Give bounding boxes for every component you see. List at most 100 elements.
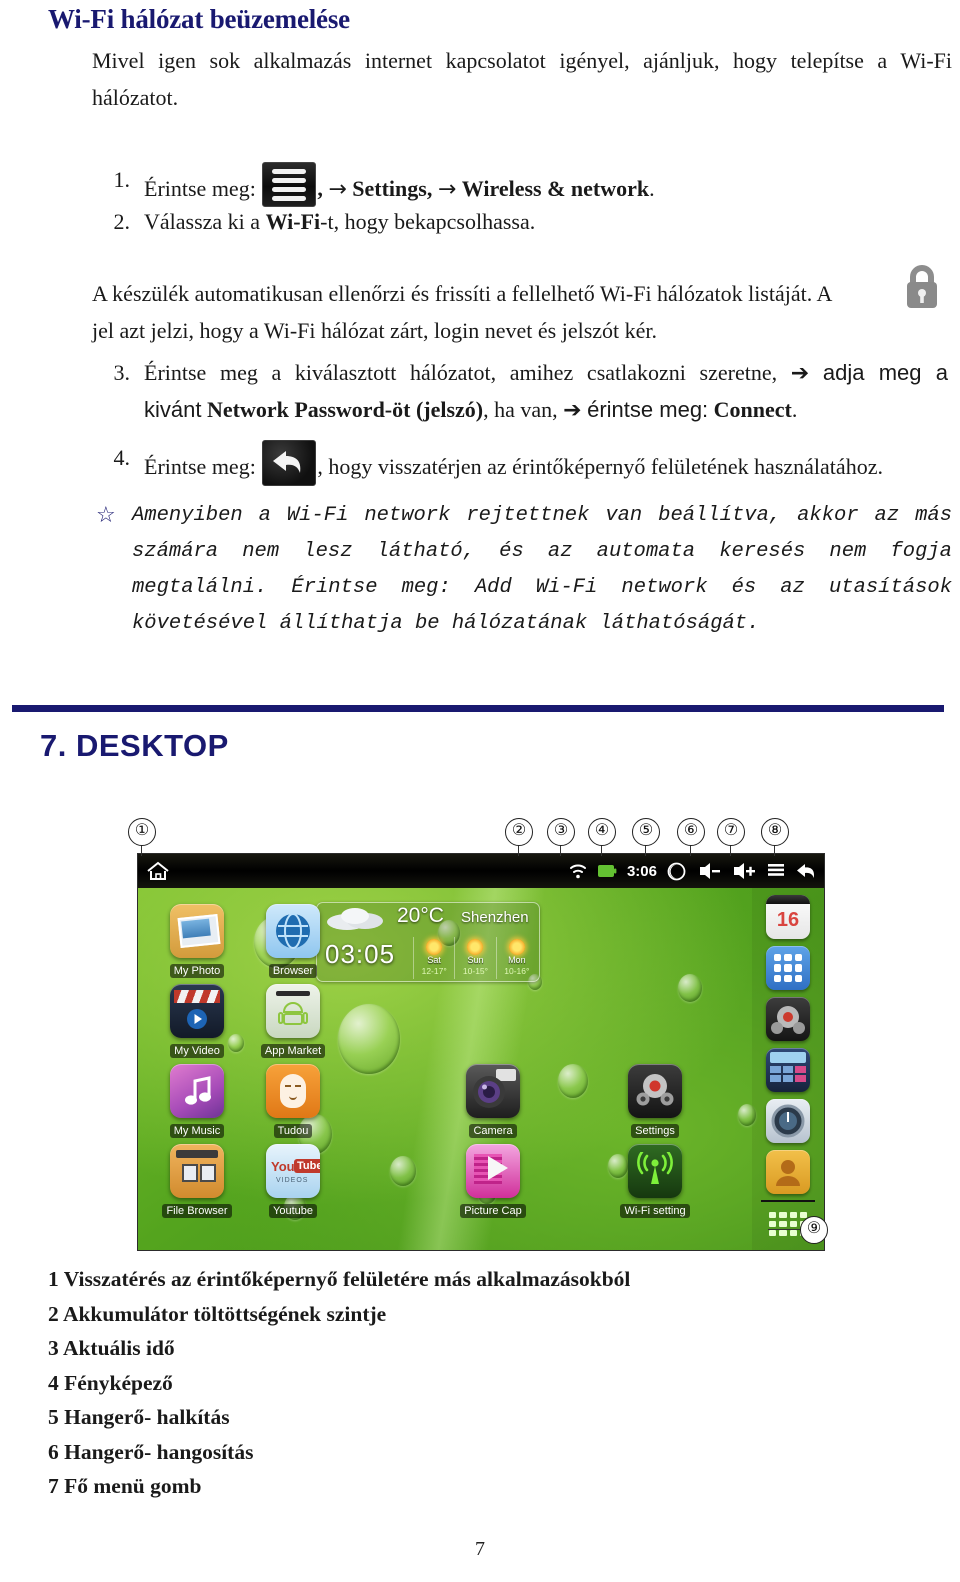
- volume-down-icon[interactable]: [696, 862, 720, 880]
- section-divider: [12, 705, 944, 712]
- note-text: Amenyiben a Wi-Fi network rejtettnek van…: [132, 504, 952, 635]
- app-picture-cap[interactable]: Picture Cap: [456, 1144, 530, 1219]
- step-3-line2-a: kivánt: [144, 397, 202, 422]
- step-3-line1-b: adja meg a: [822, 360, 948, 385]
- step-3-line2-end: .: [791, 397, 798, 422]
- legend-item: 6 Hangerő- hangosítás: [48, 1439, 254, 1464]
- app-label: File Browser: [162, 1204, 232, 1218]
- callout-2: ②: [505, 818, 533, 846]
- step-1-mid: ,: [426, 176, 438, 201]
- step-1-number: 1.: [113, 167, 131, 192]
- auto-scan-paragraph: A készülék automatikusan ellenőrzi és fr…: [92, 275, 892, 349]
- app-label: Wi-Fi setting: [620, 1204, 690, 1218]
- settings-gear-icon: [628, 1064, 682, 1118]
- app-label: My Photo: [169, 964, 225, 978]
- star-bullet-icon: ☆: [96, 503, 116, 528]
- legend-list: 1 Visszatérés az érintőképernyő felületé…: [48, 1262, 630, 1504]
- auto-scan-line-2: jel azt jelzi, hogy a Wi-Fi hálózat zárt…: [92, 318, 658, 343]
- step-4-prefix: Érintse meg:: [144, 454, 256, 479]
- menu-icon: [262, 162, 317, 207]
- step-2-number: 2.: [113, 209, 131, 234]
- app-tudou[interactable]: Tudou: [256, 1064, 330, 1139]
- note-block: ☆ Amenyiben a Wi-Fi network rejtettnek v…: [96, 498, 952, 642]
- step-3-connect-label: Connect: [713, 397, 792, 422]
- callout-5: ⑤: [632, 818, 660, 846]
- step-4: 4. Érintse meg: , hogy visszatérjen az é…: [96, 440, 936, 486]
- app-youtube[interactable]: You Tube VIDEOS Youtube: [256, 1144, 330, 1219]
- volume-up-icon[interactable]: [730, 862, 756, 880]
- step-3-network-password-label: Network Password-öt (jelszó): [206, 397, 484, 422]
- youtube-icon: You Tube VIDEOS: [266, 1144, 320, 1198]
- app-label: Tudou: [273, 1124, 313, 1138]
- app-app-market[interactable]: App Market: [256, 984, 330, 1059]
- step-2-after: -t, hogy bekapcsolhassa.: [320, 209, 536, 234]
- legend-item: 5 Hangerő- halkítás: [48, 1405, 230, 1429]
- app-label: Settings: [631, 1124, 679, 1138]
- status-bar-left: [146, 860, 170, 882]
- step-3-line2-c: érintse meg:: [587, 397, 709, 422]
- arrow-glyph-4: ➔: [563, 398, 582, 423]
- legend-item: 1 Visszatérés az érintőképernyő felületé…: [48, 1267, 631, 1291]
- arrow-glyph-2: →: [437, 177, 457, 202]
- wifi-signal-icon: [569, 862, 587, 880]
- camera-icon[interactable]: [667, 862, 686, 881]
- step-1-end: .: [649, 176, 655, 201]
- my-video-icon: [170, 984, 224, 1038]
- step-3: 3. Érintse meg a kiválasztott hálózatot,…: [96, 355, 949, 429]
- my-music-icon: [170, 1064, 224, 1118]
- auto-scan-line-1: A készülék automatikusan ellenőrzi és fr…: [92, 281, 833, 306]
- app-wifi-setting[interactable]: Wi-Fi setting: [618, 1144, 692, 1219]
- app-my-video[interactable]: My Video: [160, 984, 234, 1059]
- app-market-icon: [266, 984, 320, 1038]
- step-4-body: Érintse meg: , hogy visszatérjen az érin…: [144, 440, 936, 486]
- step-3-number: 3.: [113, 360, 131, 385]
- legend-item: 4 Fényképező: [48, 1370, 173, 1395]
- callout-6: ⑥: [677, 818, 705, 846]
- step-1: 1. Érintse meg: , → Settings, → Wireless…: [96, 162, 936, 208]
- app-browser[interactable]: Browser: [256, 904, 330, 979]
- browser-icon: [266, 904, 320, 958]
- status-bar-time: 3:06: [626, 862, 657, 880]
- back-arrow-icon: [262, 440, 317, 486]
- step-1-wireless-label: Wireless & network: [461, 176, 650, 201]
- document-page: Wi-Fi hálózat beüzemelése Mivel igen sok…: [0, 0, 960, 1582]
- home-icon[interactable]: [146, 860, 170, 882]
- callout-7: ⑦: [717, 818, 745, 846]
- callout-4: ④: [588, 818, 616, 846]
- app-label: Camera: [469, 1124, 517, 1138]
- app-my-photo[interactable]: My Photo: [160, 904, 234, 979]
- arrow-glyph-3: ➔: [790, 361, 810, 386]
- back-arrow-icon[interactable]: [796, 862, 818, 881]
- app-file-browser[interactable]: File Browser: [160, 1144, 234, 1219]
- app-label: App Market: [260, 1044, 326, 1058]
- picture-cap-icon: [466, 1144, 520, 1198]
- camera-app-icon: [466, 1064, 520, 1118]
- tablet-screen: 3:06 16 20°C Shenzhen 03:05 Sat 12-17° S…: [138, 854, 824, 1250]
- step-4-suffix: , hogy visszatérjen az érintőképernyő fe…: [317, 454, 883, 479]
- legend-item: 7 Fő menü gomb: [48, 1474, 202, 1498]
- step-2: 2. Válassza ki a Wi-Fi-t, hogy bekapcsol…: [96, 204, 936, 240]
- callout-8: ⑧: [761, 818, 789, 846]
- app-icon-grid: My Photo My Video My Music File Browser …: [138, 888, 824, 1250]
- tudou-icon: [266, 1064, 320, 1118]
- intro-paragraph: Mivel igen sok alkalmazás internet kapcs…: [92, 48, 952, 110]
- app-camera[interactable]: Camera: [456, 1064, 530, 1139]
- status-bar-right: 3:06: [569, 862, 818, 881]
- my-photo-icon: [170, 904, 224, 958]
- app-label: My Video: [170, 1044, 224, 1058]
- app-my-music[interactable]: My Music: [160, 1064, 234, 1139]
- section-heading: 7. DESKTOP: [40, 728, 229, 763]
- page-title: Wi-Fi hálózat beüzemelése: [48, 4, 350, 34]
- step-1-suffix: ,: [317, 176, 329, 201]
- callout-9: ⑨: [800, 1216, 828, 1244]
- step-2-body: Válassza ki a Wi-Fi-t, hogy bekapcsolhas…: [144, 204, 936, 240]
- app-label: Picture Cap: [460, 1204, 526, 1218]
- app-label: Browser: [268, 964, 318, 978]
- arrow-glyph: →: [328, 177, 347, 202]
- desktop-screenshot-figure: ① ② ③ ④ ⑤ ⑥ ⑦ ⑧ ⑨ 3:06 16 20°C Shenzhen …: [120, 812, 840, 1252]
- legend-item: 3 Aktuális idő: [48, 1336, 175, 1360]
- page-number: 7: [475, 1538, 485, 1560]
- wifi-setting-icon: [628, 1144, 682, 1198]
- menu-icon[interactable]: [766, 862, 786, 880]
- app-settings[interactable]: Settings: [618, 1064, 692, 1139]
